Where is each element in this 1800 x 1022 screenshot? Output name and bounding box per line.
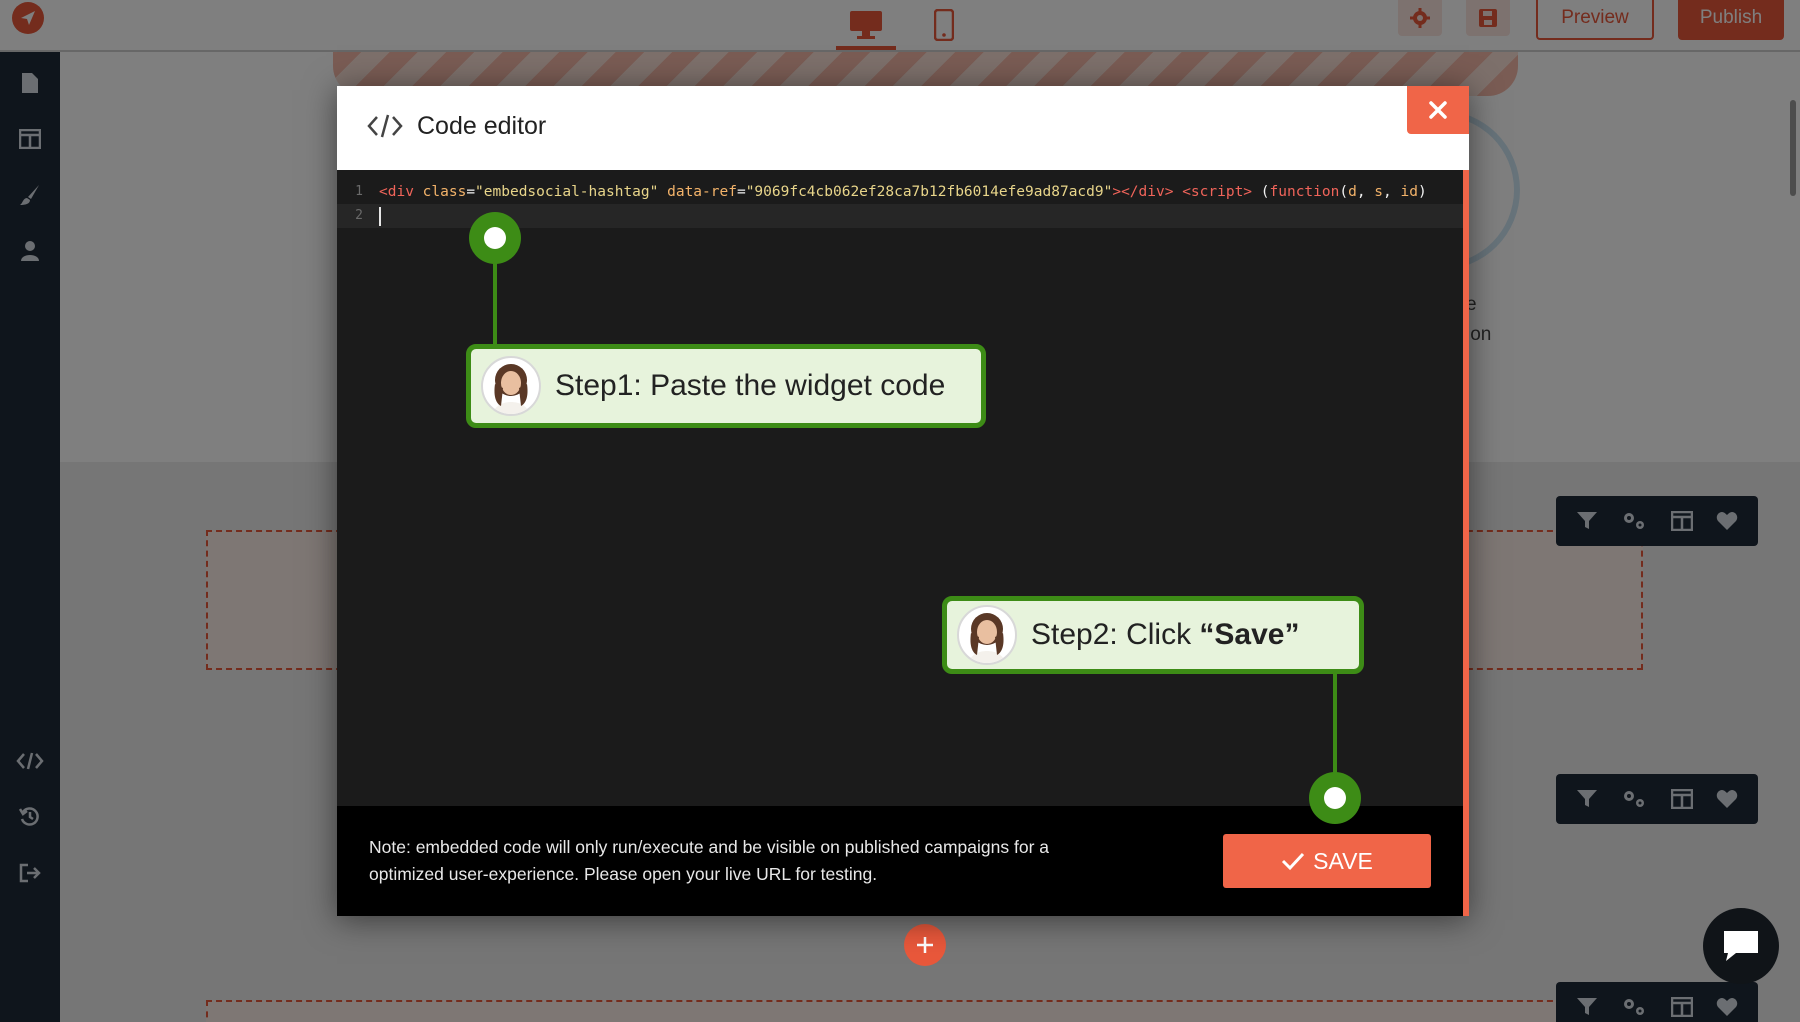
code-token: , <box>1383 184 1401 200</box>
step1-marker-dot <box>469 212 521 264</box>
code-token: "9069fc4cb062ef28ca7b12fb6014efe9ad87acd… <box>745 184 1113 200</box>
code-line[interactable]: <div class="embedsocial-hashtag" data-re… <box>379 180 1427 204</box>
code-token: id <box>1400 184 1418 200</box>
save-button[interactable]: SAVE <box>1223 834 1431 888</box>
modal-title: Code editor <box>417 112 547 140</box>
step2-marker-dot <box>1309 772 1361 824</box>
code-token: s <box>1374 184 1384 200</box>
code-token: = <box>736 184 746 200</box>
code-token: data-ref <box>658 184 737 200</box>
woman-avatar-icon <box>969 613 1005 663</box>
code-token: ) <box>1417 184 1427 200</box>
modal-header: Code editor <box>337 86 1469 170</box>
line-number: 1 <box>355 184 363 199</box>
step1-callout: Step1: Paste the widget code <box>466 344 986 428</box>
check-icon <box>1282 852 1305 871</box>
code-icon <box>367 114 403 138</box>
close-icon <box>1429 101 1447 119</box>
woman-avatar-icon <box>493 364 529 414</box>
editor-edge-bar <box>1463 170 1469 916</box>
plus-icon <box>917 937 933 953</box>
step1-text: Step1: Paste the widget code <box>555 369 946 402</box>
step2-callout: Step2: Click “Save” <box>942 596 1364 674</box>
code-editor-modal: Code editor 1 2 <div class="embedsocial-… <box>337 86 1469 916</box>
step2-text-bold: “Save” <box>1199 618 1300 651</box>
code-token: , <box>1356 184 1375 200</box>
step2-text-prefix: Step2: Click <box>1031 618 1200 651</box>
avatar <box>481 356 541 416</box>
code-token: function <box>1269 184 1340 200</box>
code-token: = <box>466 184 476 200</box>
code-token: <div <box>379 184 423 200</box>
line-number-gutter: 1 2 <box>337 180 371 228</box>
code-token: "embedsocial-hashtag" <box>475 184 659 200</box>
add-block-button[interactable] <box>904 924 946 966</box>
text-cursor <box>379 207 381 226</box>
step2-text: Step2: Click “Save” <box>1031 618 1299 652</box>
chat-widget-button[interactable] <box>1703 908 1779 984</box>
avatar <box>957 605 1017 665</box>
code-token: d <box>1348 184 1357 200</box>
code-token: ( <box>1339 184 1349 200</box>
line-number: 2 <box>355 208 363 223</box>
save-button-label: SAVE <box>1313 847 1373 874</box>
chat-icon <box>1724 931 1758 961</box>
embed-note: Note: embedded code will only run/execut… <box>369 837 1050 884</box>
code-editor[interactable]: 1 2 <div class="embedsocial-hashtag" dat… <box>337 170 1463 806</box>
code-token: ></div> <box>1112 184 1183 200</box>
code-token: class <box>422 184 467 200</box>
code-token: <script> <box>1182 184 1261 200</box>
close-modal-button[interactable] <box>1407 86 1469 134</box>
code-token: ( <box>1260 184 1270 200</box>
